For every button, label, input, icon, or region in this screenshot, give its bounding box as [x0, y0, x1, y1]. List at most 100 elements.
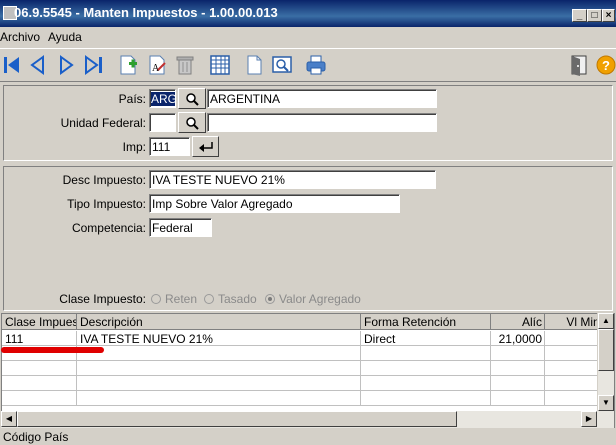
status-bar: Código País: [0, 430, 616, 445]
grid-header-clase[interactable]: Clase Impuest: [2, 314, 77, 330]
grid-cell-empty[interactable]: [545, 391, 598, 406]
grid-cell-empty[interactable]: [491, 361, 545, 376]
grid-cell-empty[interactable]: [2, 361, 77, 376]
blank-page-icon: [247, 55, 262, 75]
radio-circle: [204, 294, 214, 304]
hscroll-thumb[interactable]: [17, 411, 457, 427]
next-record-button[interactable]: [54, 53, 78, 77]
grid-cell-empty[interactable]: [491, 346, 545, 361]
grid-icon: [210, 55, 230, 75]
radio-circle: [151, 294, 161, 304]
grid-cell-empty[interactable]: [77, 361, 361, 376]
unidad-federal-label: Unidad Federal:: [60, 116, 146, 130]
grid-header-descripcion[interactable]: Descripción: [77, 314, 361, 330]
scroll-thumb[interactable]: [598, 329, 614, 371]
last-icon: [85, 55, 102, 75]
imp-label: Imp:: [122, 140, 146, 154]
preview-button[interactable]: [270, 53, 294, 77]
last-record-button[interactable]: [82, 53, 106, 77]
grid-cell[interactable]: 21,0000: [491, 331, 545, 346]
pais-name-field[interactable]: ARGENTINA: [207, 89, 437, 108]
grid-cell-empty[interactable]: [491, 376, 545, 391]
title-bar: 06.9.5545 - Manten Impuestos - 1.00.00.0…: [0, 0, 616, 27]
radio-reten-label: Reten: [165, 292, 198, 306]
window-title: 06.9.5545 - Manten Impuestos - 1.00.00.0…: [14, 5, 278, 20]
grid-cell[interactable]: Direct: [361, 331, 491, 346]
scroll-up-button[interactable]: ▲: [598, 313, 614, 329]
scroll-down-button[interactable]: ▼: [598, 395, 614, 411]
imp-field[interactable]: 111: [149, 137, 190, 156]
maximize-button[interactable]: □: [587, 9, 602, 22]
grid-cell-empty[interactable]: [77, 376, 361, 391]
unidad-federal-name-field[interactable]: [207, 113, 437, 132]
page-button[interactable]: [242, 53, 266, 77]
unidad-federal-code-field[interactable]: [149, 113, 176, 132]
new-record-button[interactable]: [116, 53, 140, 77]
toolbar: A ?: [0, 48, 616, 82]
first-icon: [4, 57, 19, 73]
competencia-field[interactable]: Federal: [149, 218, 212, 237]
grid-cell-empty[interactable]: [361, 391, 491, 406]
grid-cell-empty[interactable]: [545, 346, 598, 361]
scroll-right-button[interactable]: ▶: [581, 411, 597, 427]
grid-cell-empty[interactable]: [361, 376, 491, 391]
grid-cell-empty[interactable]: [2, 376, 77, 391]
clase-impuesto-label: Clase Impuesto:: [59, 292, 146, 306]
radio-tasado-label: Tasado: [218, 292, 257, 306]
pais-label: País:: [118, 92, 146, 106]
grid-cell-empty[interactable]: [491, 391, 545, 406]
table-view-button[interactable]: [208, 53, 232, 77]
radio-valor-agregado[interactable]: Valor Agregado: [265, 292, 361, 306]
printer-icon: [306, 55, 326, 75]
grid-cell-empty[interactable]: [361, 361, 491, 376]
minimize-button[interactable]: _: [572, 9, 587, 22]
help-icon: ?: [596, 55, 616, 75]
exit-button[interactable]: [567, 53, 591, 77]
grid-cell-empty[interactable]: [2, 391, 77, 406]
magnifier-icon: [186, 92, 199, 106]
desc-impuesto-label: Desc Impuesto:: [62, 173, 146, 187]
grid-cell-empty[interactable]: [361, 346, 491, 361]
edit-record-button[interactable]: A: [145, 53, 169, 77]
grid-header-forma-retencion[interactable]: Forma Retención: [361, 314, 491, 330]
menu-archivo[interactable]: Archivo: [0, 30, 40, 44]
previous-icon: [30, 55, 44, 75]
previous-record-button[interactable]: [26, 53, 50, 77]
grid-vertical-scrollbar[interactable]: ▲ ▼: [597, 313, 614, 412]
unidad-federal-search-button[interactable]: [178, 112, 206, 133]
red-annotation-mark: [1, 347, 104, 353]
grid-cell-empty[interactable]: [77, 346, 361, 361]
help-button[interactable]: ?: [594, 53, 616, 77]
edit-document-icon: A: [149, 55, 166, 75]
imp-enter-button[interactable]: [192, 136, 219, 157]
radio-tasado[interactable]: Tasado: [204, 292, 257, 306]
tipo-impuesto-field[interactable]: Imp Sobre Valor Agregado: [149, 194, 400, 213]
first-record-button[interactable]: [0, 53, 24, 77]
menu-ayuda[interactable]: Ayuda: [48, 30, 82, 44]
grid-cell-empty[interactable]: [545, 376, 598, 391]
print-button[interactable]: [304, 53, 328, 77]
grid-cell-empty[interactable]: [77, 391, 361, 406]
scroll-left-button[interactable]: ◀: [1, 411, 17, 427]
pais-code-field[interactable]: ARG: [149, 89, 176, 108]
magnifier-icon: [186, 116, 199, 130]
menu-bar: Archivo Ayuda: [0, 27, 616, 47]
enter-arrow-icon: [198, 141, 213, 152]
grid-header-alic[interactable]: Alíc: [491, 314, 545, 330]
desc-impuesto-field[interactable]: IVA TESTE NUEVO 21%: [149, 170, 436, 189]
competencia-label: Competencia:: [71, 221, 146, 235]
tipo-impuesto-label: Tipo Impuesto:: [67, 197, 146, 211]
trash-icon: [176, 56, 194, 75]
preview-icon: [272, 56, 292, 73]
close-button[interactable]: ×: [602, 9, 615, 22]
pais-search-button[interactable]: [178, 88, 206, 109]
grid-cell[interactable]: [545, 331, 598, 346]
next-icon: [60, 55, 74, 75]
grid-cell[interactable]: IVA TESTE NUEVO 21%: [77, 331, 361, 346]
delete-record-button[interactable]: [173, 53, 197, 77]
grid-horizontal-scrollbar[interactable]: ◀ ▶: [1, 411, 614, 428]
grid-cell[interactable]: 111: [2, 331, 77, 346]
svg-text:?: ?: [602, 58, 610, 73]
radio-reten[interactable]: Reten: [151, 292, 197, 306]
grid-cell-empty[interactable]: [545, 361, 598, 376]
